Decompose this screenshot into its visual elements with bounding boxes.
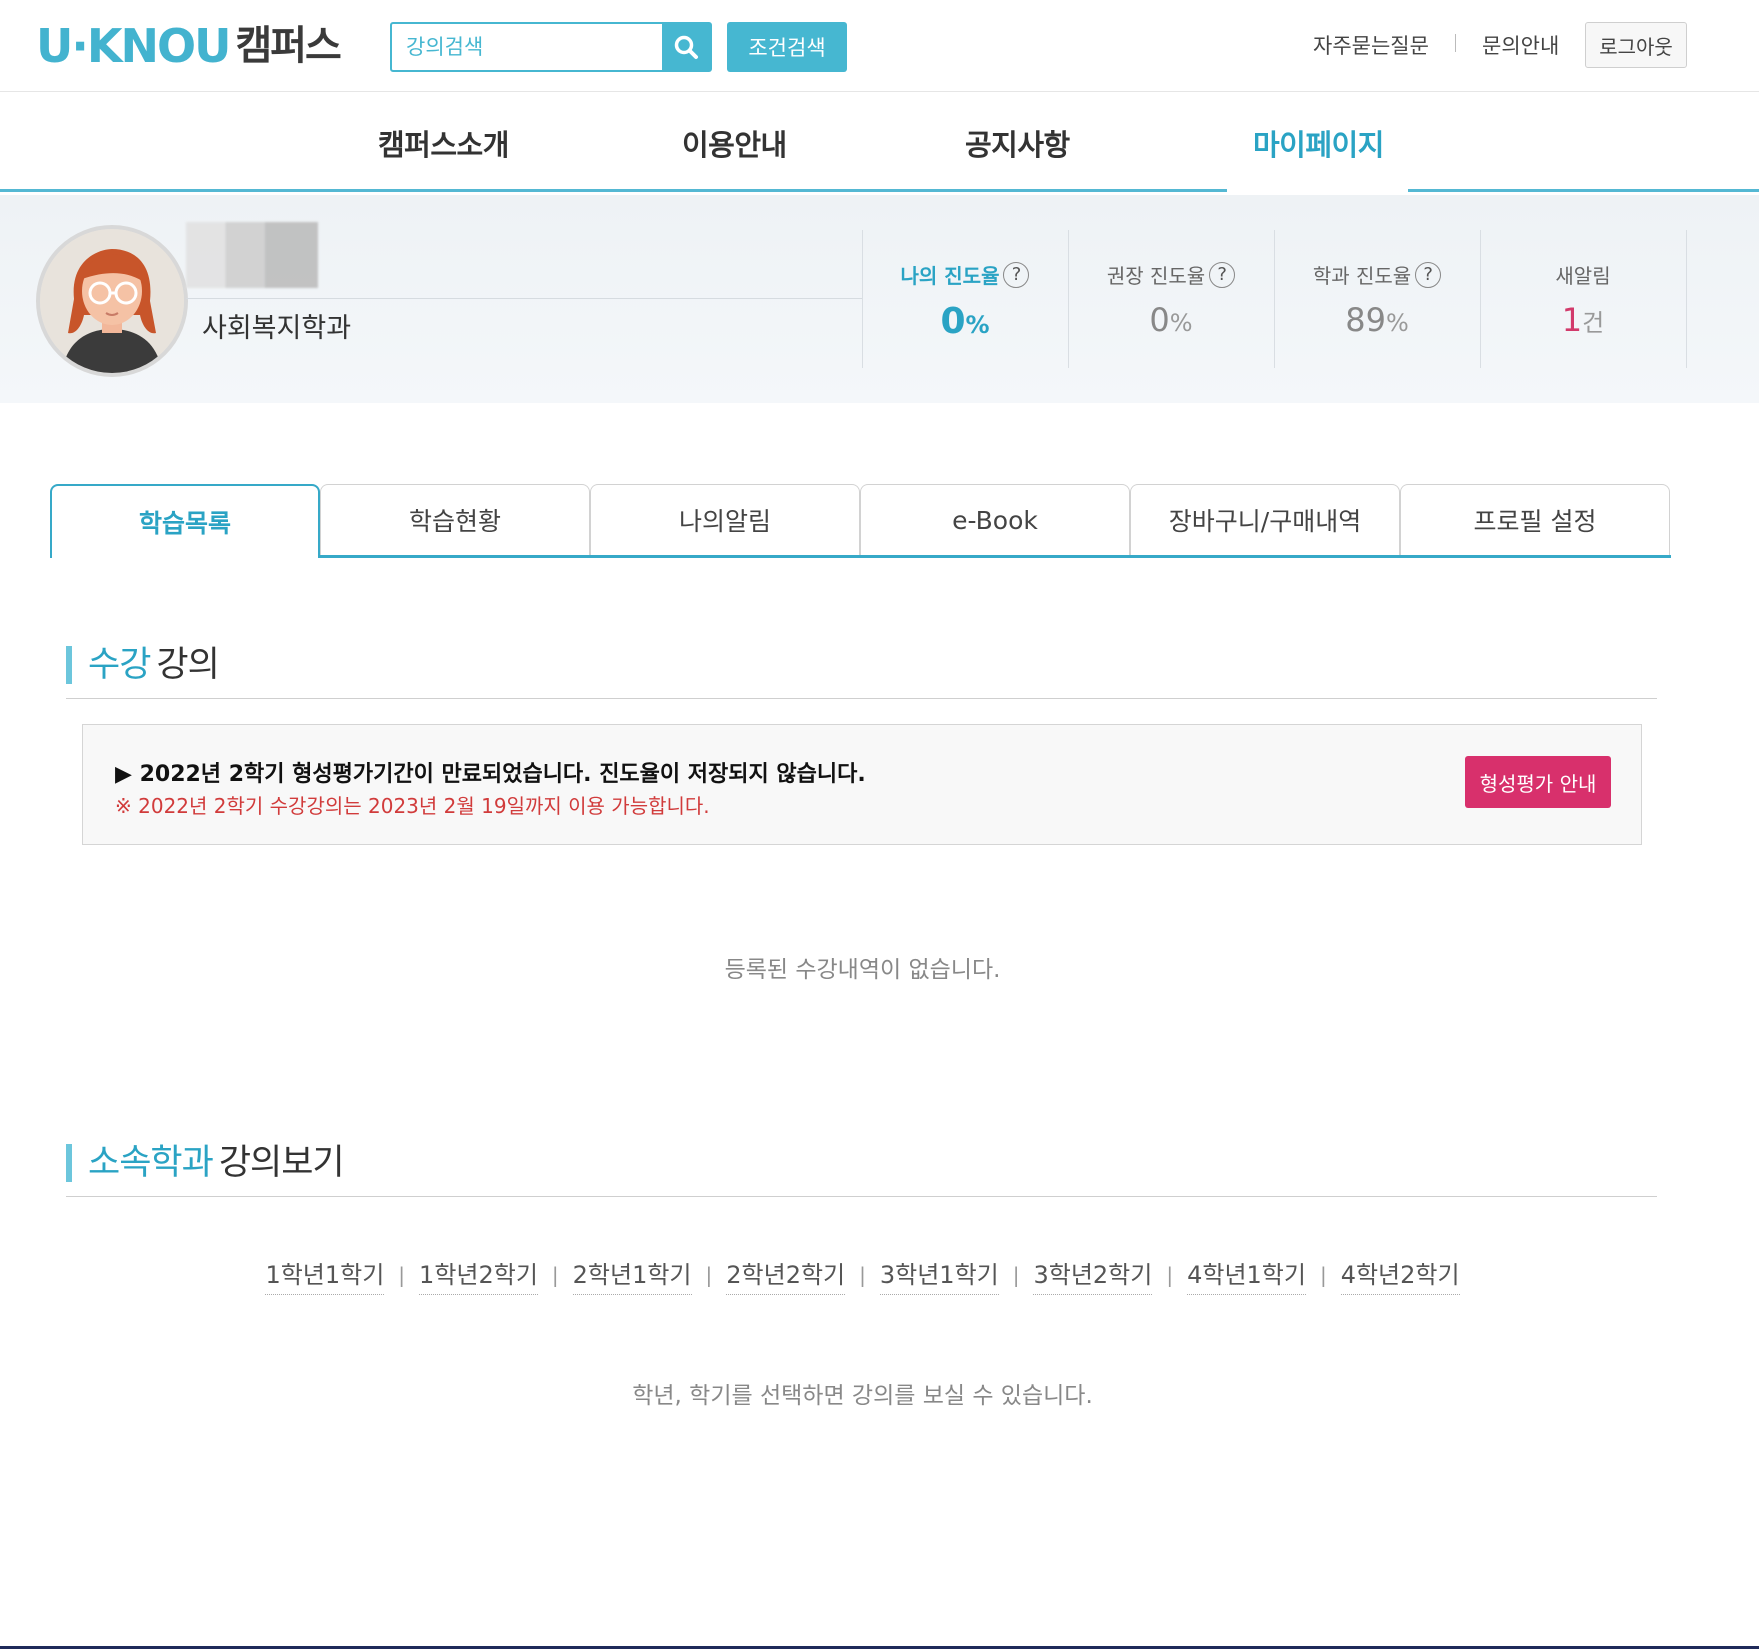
empty-dept-courses-message: 학년, 학기를 선택하면 강의를 보실 수 있습니다. bbox=[632, 1383, 1093, 1409]
stat-label: 학과 진도율 bbox=[1312, 264, 1412, 288]
section-divider bbox=[66, 698, 1657, 699]
semester-divider: | bbox=[1166, 1263, 1174, 1287]
stat-department-progress: 학과 진도율? 89% bbox=[1274, 230, 1480, 370]
stat-divider bbox=[1686, 230, 1687, 368]
semester-link[interactable]: 4학년1학기 bbox=[1187, 1255, 1306, 1295]
stat-value: 89 bbox=[1345, 301, 1386, 339]
stat-label: 새알림 bbox=[1555, 264, 1611, 288]
condition-search-button[interactable]: 조건검색 bbox=[727, 22, 847, 72]
stat-value: 0 bbox=[940, 301, 966, 342]
search-icon bbox=[674, 35, 698, 59]
stat-value: 1 bbox=[1561, 301, 1583, 339]
tab-my-alerts[interactable]: 나의알림 bbox=[590, 484, 860, 555]
help-icon[interactable]: ? bbox=[1415, 261, 1442, 288]
section-title-courses: 수강 강의 bbox=[66, 645, 220, 685]
section-title-highlight: 수강 bbox=[88, 645, 151, 685]
semester-link[interactable]: 1학년2학기 bbox=[419, 1255, 538, 1295]
notice-sub-text: ※ 2022년 2학기 수강강의는 2023년 2월 19일까지 이용 가능합니… bbox=[115, 794, 710, 818]
semester-link[interactable]: 1학년1학기 bbox=[265, 1255, 385, 1295]
section-divider bbox=[66, 1196, 1657, 1197]
notice-main-text: ▶ 2022년 2학기 형성평가기간이 만료되었습니다. 진도율이 저장되지 않… bbox=[115, 762, 866, 787]
logout-button[interactable]: 로그아웃 bbox=[1585, 22, 1687, 68]
section-title-rest: 강의 bbox=[156, 645, 219, 685]
stat-unit: % bbox=[1385, 309, 1409, 337]
semester-divider: | bbox=[551, 1263, 559, 1287]
stat-my-progress: 나의 진도율? 0% bbox=[862, 230, 1068, 370]
stat-value: 0 bbox=[1149, 301, 1170, 339]
inquiry-link[interactable]: 문의안내 bbox=[1482, 30, 1559, 60]
section-title-dept-courses: 소속학과 강의보기 bbox=[66, 1143, 345, 1183]
semester-link[interactable]: 3학년1학기 bbox=[879, 1255, 999, 1295]
avatar bbox=[36, 225, 188, 377]
stat-new-alerts[interactable]: 새알림 1건 bbox=[1480, 230, 1686, 370]
avatar-illustration bbox=[40, 229, 184, 373]
top-header: U·KNOU 캠퍼스 조건검색 자주묻는질문 문의안내 로그아웃 bbox=[0, 0, 1759, 92]
help-icon[interactable]: ? bbox=[1003, 261, 1030, 288]
profile-divider bbox=[186, 298, 862, 299]
semester-selector: 1학년1학기 | 1학년2학기 | 2학년1학기 | 2학년2학기 | 3학년1학기 | … bbox=[0, 1255, 1725, 1295]
blurred-user-name bbox=[186, 222, 318, 288]
util-divider bbox=[1455, 34, 1456, 52]
section-title-rest: 강의보기 bbox=[218, 1143, 345, 1183]
nav-usage-guide[interactable]: 이용안내 bbox=[682, 122, 787, 164]
tab-ebook[interactable]: e-Book bbox=[860, 484, 1130, 555]
stat-label: 나의 진도율 bbox=[900, 264, 1000, 288]
nav-mypage[interactable]: 마이페이지 bbox=[1253, 122, 1384, 164]
department-name: 사회복지학과 bbox=[202, 313, 352, 344]
search-box bbox=[390, 22, 712, 72]
empty-courses-message: 등록된 수강내역이 없습니다. bbox=[724, 957, 1001, 983]
mypage-tabs: 학습목록 학습현황 나의알림 e-Book 장바구니/구매내역 프로필 설정 bbox=[50, 484, 1671, 558]
stat-label: 권장 진도율 bbox=[1106, 264, 1206, 288]
semester-divider: | bbox=[1319, 1263, 1327, 1287]
semester-link[interactable]: 2학년1학기 bbox=[572, 1255, 692, 1295]
nav-campus-intro[interactable]: 캠퍼스소개 bbox=[378, 122, 509, 164]
search-button[interactable] bbox=[662, 24, 710, 70]
logo-campus-text: 캠퍼스 bbox=[235, 23, 341, 69]
nav-active-indicator bbox=[1227, 187, 1408, 193]
stat-unit: 건 bbox=[1582, 309, 1605, 337]
tab-cart-purchases[interactable]: 장바구니/구매내역 bbox=[1130, 484, 1400, 555]
help-icon[interactable]: ? bbox=[1209, 261, 1236, 288]
faq-link[interactable]: 자주묻는질문 bbox=[1313, 30, 1429, 60]
semester-link[interactable]: 4학년2학기 bbox=[1340, 1255, 1460, 1295]
search-input[interactable] bbox=[392, 24, 662, 70]
semester-link[interactable]: 3학년2학기 bbox=[1033, 1255, 1153, 1295]
tab-learning-list[interactable]: 학습목록 bbox=[50, 484, 320, 558]
semester-divider: | bbox=[1012, 1263, 1020, 1287]
tab-learning-status[interactable]: 학습현황 bbox=[320, 484, 590, 555]
semester-link[interactable]: 2학년2학기 bbox=[726, 1255, 846, 1295]
main-navigation: 캠퍼스소개 이용안내 공지사항 마이페이지 bbox=[0, 92, 1759, 193]
logo-text: U·KNOU bbox=[36, 19, 231, 73]
tab-profile-settings[interactable]: 프로필 설정 bbox=[1400, 484, 1670, 555]
semester-divider: | bbox=[398, 1263, 406, 1287]
site-logo[interactable]: U·KNOU 캠퍼스 bbox=[36, 18, 342, 74]
stat-unit: % bbox=[965, 311, 990, 339]
notice-box: ▶ 2022년 2학기 형성평가기간이 만료되었습니다. 진도율이 저장되지 않… bbox=[82, 724, 1642, 845]
stat-unit: % bbox=[1169, 309, 1193, 337]
stat-recommended-progress: 권장 진도율? 0% bbox=[1068, 230, 1274, 370]
nav-notices[interactable]: 공지사항 bbox=[965, 122, 1070, 164]
semester-divider: | bbox=[705, 1263, 713, 1287]
semester-divider: | bbox=[859, 1263, 866, 1287]
assessment-guide-button[interactable]: 형성평가 안내 bbox=[1465, 756, 1611, 808]
section-title-highlight: 소속학과 bbox=[88, 1143, 214, 1183]
